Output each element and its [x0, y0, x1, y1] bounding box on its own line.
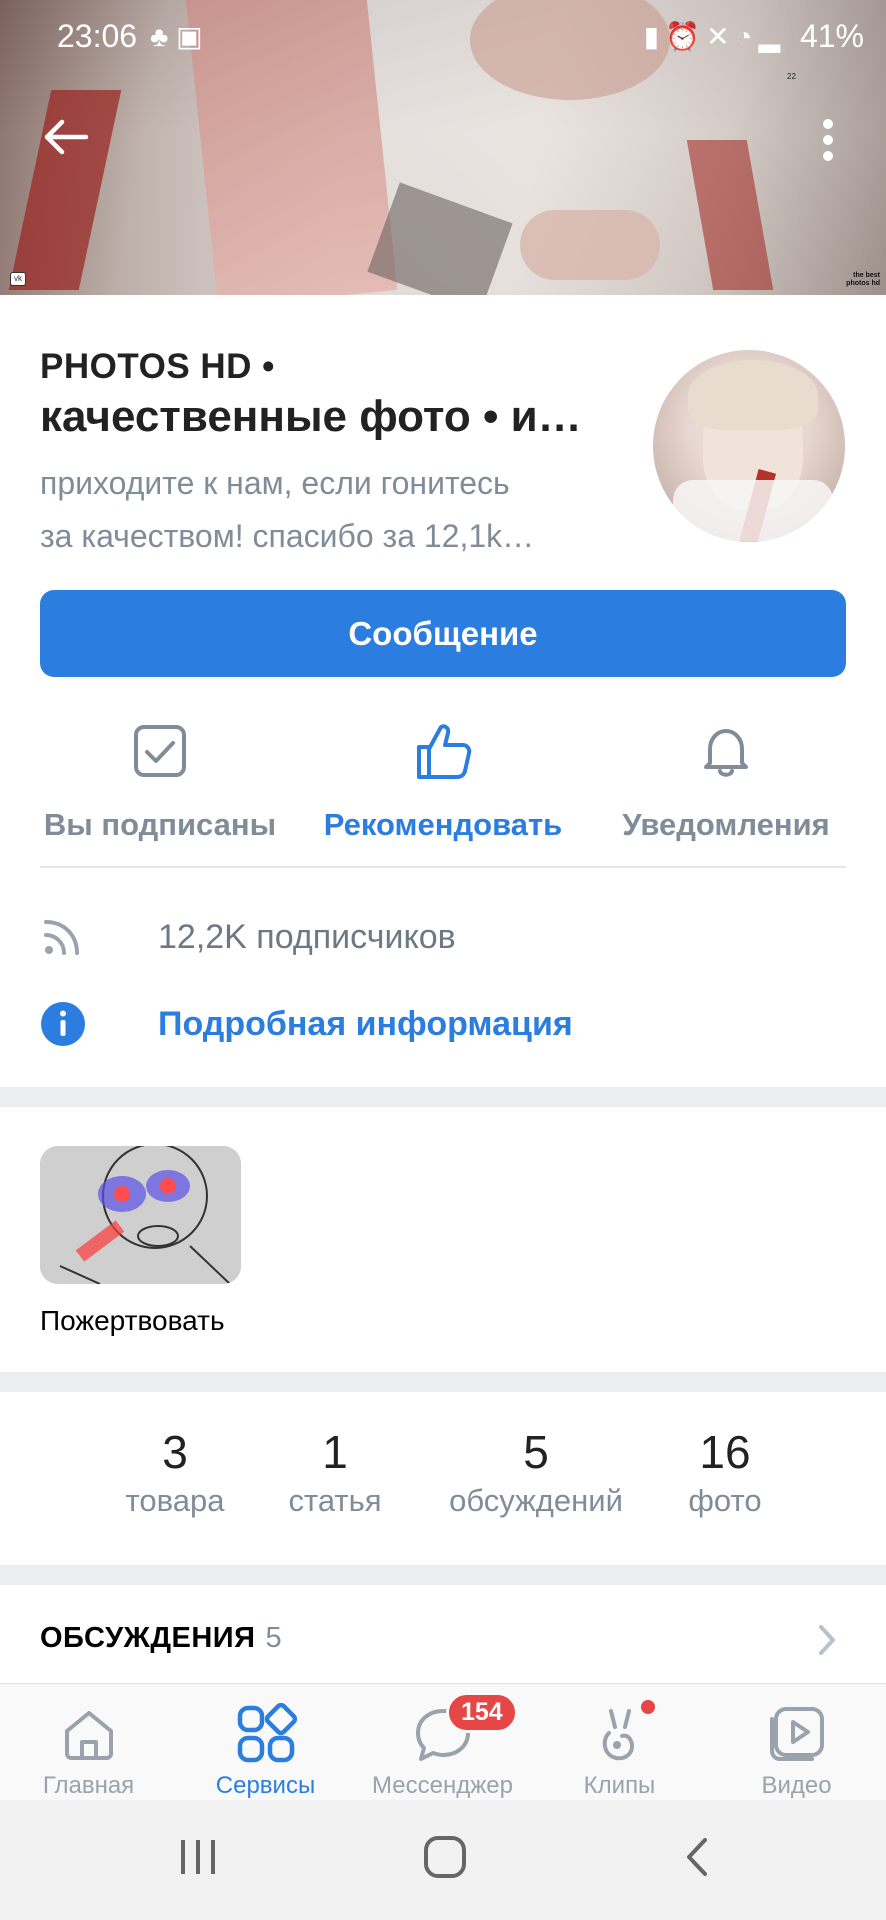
clips-icon: [602, 1709, 634, 1761]
discussions-open-button[interactable]: [814, 1622, 840, 1663]
cover-corner-text: the best photos hd: [846, 272, 880, 287]
donate-card[interactable]: [40, 1146, 241, 1284]
more-vertical-icon: [823, 119, 833, 161]
cover-small-number: 22: [787, 72, 796, 81]
subscribed-label: Вы подписаны: [43, 807, 277, 842]
divider: [40, 866, 846, 868]
services-icon: [237, 1703, 297, 1763]
video-icon: [769, 1707, 824, 1761]
tab-services-label: Сервисы: [215, 1772, 316, 1799]
group-status-line2: за качеством! спасибо за 12,1k…: [40, 518, 535, 554]
signal-icon: ▂: [758, 21, 786, 52]
section-separator: [0, 1565, 886, 1585]
discussions-title: ОБСУЖДЕНИЯ: [40, 1622, 256, 1654]
status-bar: 23:06 ♣ ▣ ▮⏰✕◔▂ 41%: [0, 0, 886, 75]
counter-value: 3: [162, 1426, 188, 1478]
section-separator: [0, 1372, 886, 1392]
bottom-tab-bar: Главная Сервисы 154 Мессенджер Клипы Вид…: [0, 1683, 886, 1800]
image-icon: ▣: [176, 21, 203, 52]
counter-goods[interactable]: 3 товара: [105, 1425, 245, 1519]
app-notification-icon: ♣: [150, 21, 169, 52]
mute-icon: ✕: [706, 21, 736, 52]
cover-image: 23:06 ♣ ▣ ▮⏰✕◔▂ 41% 22 the best photos h…: [0, 0, 886, 295]
donate-label: Пожертвовать: [40, 1305, 225, 1336]
tab-video[interactable]: Видео: [708, 1684, 885, 1800]
status-right-icons: ▮⏰✕◔▂: [644, 20, 786, 53]
counter-value: 5: [523, 1426, 549, 1478]
tab-home-label: Главная: [42, 1772, 135, 1799]
alarm-icon: ⏰: [665, 21, 707, 52]
section-separator: [0, 1087, 886, 1107]
battery-saver-icon: ▮: [643, 21, 666, 52]
home-icon: [64, 1711, 113, 1760]
tab-messenger[interactable]: 154 Мессенджер: [354, 1684, 531, 1800]
group-title-line1: PHOTOS HD •: [40, 347, 275, 386]
checkbox-icon: [134, 725, 186, 777]
message-button[interactable]: Сообщение: [40, 590, 846, 677]
counter-value: 1: [322, 1426, 348, 1478]
subscribers-row[interactable]: 12,2K подписчиков: [40, 907, 846, 967]
status-time: 23:06: [57, 18, 138, 54]
rss-icon: [44, 920, 79, 955]
recommend-label: Рекомендовать: [323, 807, 563, 842]
group-avatar[interactable]: [653, 350, 845, 542]
system-nav-bar: [0, 1800, 886, 1920]
tab-clips-label: Клипы: [583, 1772, 656, 1799]
home-button[interactable]: [420, 1832, 470, 1887]
wifi-icon: ◔: [735, 21, 759, 52]
subscribers-count: 12,2K подписчиков: [158, 917, 456, 956]
counter-label: обсуждений: [449, 1483, 623, 1518]
discussions-count: 5: [265, 1622, 283, 1654]
home-circle-icon: [424, 1836, 466, 1878]
vk-mark-icon: vk: [10, 272, 26, 286]
notifications-label: Уведомления: [622, 807, 830, 842]
battery-level: 41%: [799, 18, 864, 54]
discussions-header[interactable]: ОБСУЖДЕНИЯ 5: [40, 1622, 282, 1655]
counter-value: 16: [699, 1426, 751, 1478]
recent-apps-button[interactable]: [178, 1832, 218, 1887]
subscribed-action[interactable]: Вы подписаны: [30, 715, 290, 843]
tab-video-label: Видео: [761, 1772, 832, 1799]
recent-apps-icon: [181, 1840, 215, 1874]
tab-clips[interactable]: Клипы: [531, 1684, 708, 1800]
counter-label: статья: [288, 1483, 382, 1518]
counter-discussions[interactable]: 5 обсуждений: [430, 1425, 642, 1519]
tab-home[interactable]: Главная: [0, 1684, 177, 1800]
counter-photos[interactable]: 16 фото: [665, 1425, 785, 1519]
tab-messenger-label: Мессенджер: [372, 1772, 513, 1799]
group-title: PHOTOS HD • качественные фото • и…: [40, 345, 620, 445]
bell-icon: [704, 729, 748, 777]
back-button[interactable]: [40, 112, 100, 172]
action-row: Вы подписаны Рекомендовать Уведомления: [0, 715, 886, 865]
counters-row: 3 товара 1 статья 5 обсуждений 16 фото: [0, 1425, 886, 1535]
group-status[interactable]: приходите к нам, если гонитесь за качест…: [40, 457, 620, 563]
back-nav-button[interactable]: [677, 1832, 717, 1887]
chevron-right-icon: [819, 1625, 835, 1655]
back-chevron-icon: [687, 1838, 707, 1876]
status-left-icons: ♣ ▣: [150, 20, 203, 53]
recommend-action[interactable]: Рекомендовать: [313, 715, 573, 843]
more-options-button[interactable]: [808, 112, 848, 172]
notifications-action[interactable]: Уведомления: [596, 715, 856, 843]
details-row[interactable]: Подробная информация: [40, 994, 846, 1054]
back-arrow-icon: [44, 119, 89, 155]
tab-services[interactable]: Сервисы: [177, 1684, 354, 1800]
messenger-unread-badge: 154: [446, 1692, 518, 1733]
details-link: Подробная информация: [158, 1004, 573, 1043]
donate-illustration: [40, 1146, 241, 1284]
counter-label: товара: [125, 1483, 225, 1518]
info-icon: [41, 1002, 85, 1046]
clips-new-dot: [641, 1700, 655, 1714]
group-status-line1: приходите к нам, если гонитесь: [40, 465, 510, 501]
group-title-line2: качественные фото • и…: [40, 392, 582, 441]
counter-articles[interactable]: 1 статья: [265, 1425, 405, 1519]
counter-label: фото: [688, 1483, 762, 1518]
thumbs-up-icon: [417, 724, 472, 779]
